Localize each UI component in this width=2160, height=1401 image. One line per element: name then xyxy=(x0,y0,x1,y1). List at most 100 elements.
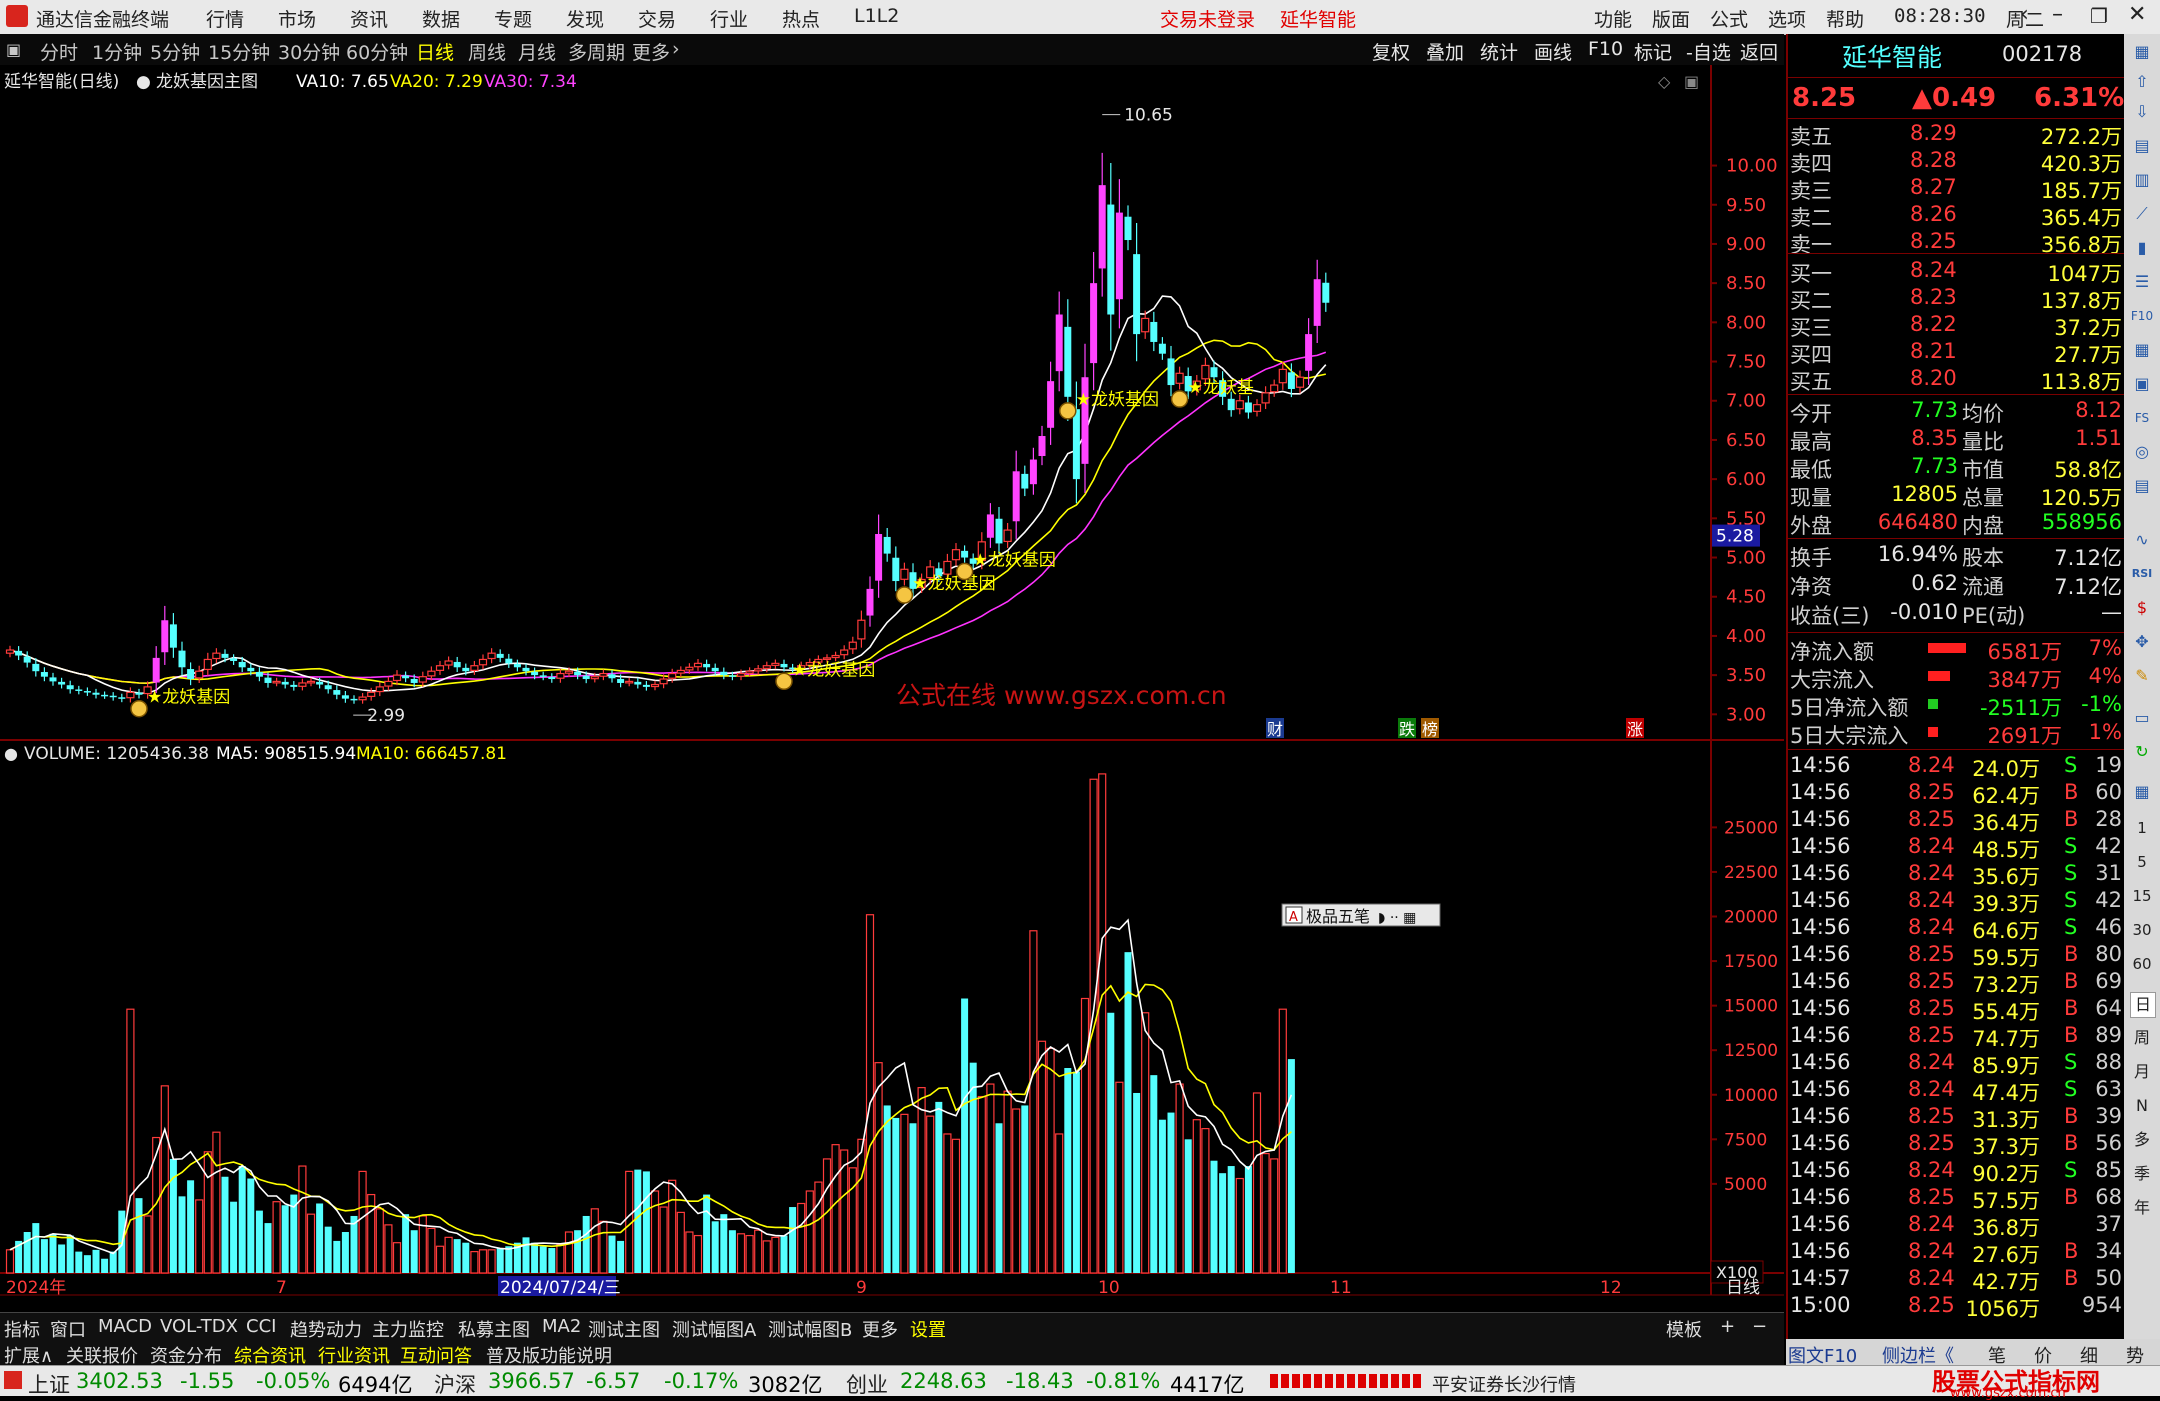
tool-button[interactable]: 画线 xyxy=(1534,38,1572,65)
period-month[interactable]: 月 xyxy=(2130,1060,2154,1084)
move-icon[interactable]: ✥ xyxy=(2130,630,2154,654)
menu-item[interactable]: 资讯 xyxy=(350,5,388,32)
indicator-tab[interactable]: − xyxy=(1752,1316,1767,1337)
candle-icon[interactable]: ▮ xyxy=(2130,236,2154,260)
table-icon[interactable]: ▥ xyxy=(2130,168,2154,192)
period-tab[interactable]: 分时 xyxy=(40,38,78,65)
indicator-tab[interactable]: MACD xyxy=(98,1316,152,1337)
indicator-tab[interactable]: MA2 xyxy=(542,1316,581,1337)
period-week[interactable]: 周 xyxy=(2130,1026,2154,1050)
chevron-right-icon[interactable]: › xyxy=(672,38,680,60)
period-tab[interactable]: 60分钟 xyxy=(346,38,408,65)
event-tag-up[interactable]: 涨 xyxy=(1627,720,1643,739)
screen-icon[interactable]: ▭ xyxy=(2130,706,2154,730)
menu-item[interactable]: 行情 xyxy=(206,5,244,32)
event-tag-rank[interactable]: 榜 xyxy=(1422,720,1438,739)
menu-item[interactable]: 功能 xyxy=(1594,5,1632,32)
formula-name[interactable]: 龙妖基因主图 xyxy=(156,72,258,92)
menu-item[interactable]: 版面 xyxy=(1652,5,1690,32)
pen-icon[interactable]: ✎ xyxy=(2130,664,2154,688)
period-tab[interactable]: 周线 xyxy=(468,38,506,65)
back-icon[interactable]: ‹ xyxy=(2020,2,2029,27)
indicator-tab[interactable]: CCI xyxy=(246,1316,276,1337)
calc-icon[interactable]: ▦ xyxy=(2130,780,2154,804)
list-icon[interactable]: ☰ xyxy=(2130,270,2154,294)
candle-body xyxy=(375,686,384,693)
period-30[interactable]: 30 xyxy=(2130,918,2154,942)
ime-moon-icon[interactable]: ◗ ·· ▦ xyxy=(1378,910,1416,926)
candle-body xyxy=(470,665,479,671)
period-tab[interactable]: 1分钟 xyxy=(92,38,142,65)
kline-chart[interactable]: 延华智能(日线) ● 龙妖基因主图 VA10: 7.65 VA20: 7.29 … xyxy=(0,65,1784,1312)
formula-toggle-icon[interactable]: ● xyxy=(136,72,151,92)
period-tab-more[interactable]: 更多 xyxy=(632,38,670,65)
period-multi[interactable]: 多 xyxy=(2130,1128,2154,1152)
menu-item[interactable]: 选项 xyxy=(1768,5,1806,32)
period-1[interactable]: 1 xyxy=(2130,816,2154,840)
panel-toggle-icon[interactable]: ▣ xyxy=(6,40,21,59)
layout-icon[interactable]: ▣ xyxy=(2130,372,2154,396)
menu-item[interactable]: 市场 xyxy=(278,5,316,32)
diamond-icon[interactable]: ◇ xyxy=(1658,72,1671,91)
event-tag-down[interactable]: 跌 xyxy=(1399,720,1415,739)
tool-button[interactable]: -自选 xyxy=(1686,38,1731,65)
chart-icon[interactable]: ▤ xyxy=(2130,134,2154,158)
candle-body xyxy=(23,656,31,663)
money-icon[interactable]: $ xyxy=(2130,596,2154,620)
grid-icon[interactable]: ▦ xyxy=(2130,40,2154,64)
tool-button[interactable]: 复权 xyxy=(1372,38,1410,65)
period-tab[interactable]: 5分钟 xyxy=(150,38,200,65)
window-icon[interactable]: ▣ xyxy=(1684,72,1699,91)
fs-icon[interactable]: FS xyxy=(2130,406,2154,430)
menu-item[interactable]: L1L2 xyxy=(854,5,899,27)
refresh-icon[interactable]: ↻ xyxy=(2130,740,2154,764)
close-icon[interactable]: ✕ xyxy=(2128,2,2146,27)
period-60[interactable]: 60 xyxy=(2130,952,2154,976)
arrow-up-icon[interactable]: ⇧ xyxy=(2130,70,2154,94)
menu-item[interactable]: 发现 xyxy=(566,5,604,32)
menu-item[interactable]: 行业 xyxy=(710,5,748,32)
period-year[interactable]: 年 xyxy=(2130,1196,2154,1220)
minimize-icon[interactable]: – xyxy=(2052,2,2063,27)
period-5[interactable]: 5 xyxy=(2130,850,2154,874)
f10-icon[interactable]: F10 xyxy=(2130,304,2154,328)
menu-item[interactable]: 公式 xyxy=(1710,5,1748,32)
tool-button[interactable]: 返回 xyxy=(1740,38,1778,65)
table2-icon[interactable]: ▤ xyxy=(2130,474,2154,498)
tool-button[interactable]: 统计 xyxy=(1480,38,1518,65)
period-n[interactable]: N xyxy=(2130,1094,2154,1118)
restore-icon[interactable]: ❐ xyxy=(2090,4,2108,28)
period-day[interactable]: 日 xyxy=(2130,992,2156,1018)
volume-bar xyxy=(92,1249,100,1273)
cycle-icon[interactable]: ◎ xyxy=(2130,440,2154,464)
stat-value: 7.12亿 xyxy=(2054,575,2122,599)
ime-popup[interactable]: A 极品五笔 ◗ ·· ▦ xyxy=(1281,903,1441,927)
wave-icon[interactable]: ∿ xyxy=(2130,528,2154,552)
trade-status[interactable]: 交易未登录 xyxy=(1160,5,1255,32)
period-tab[interactable]: 15分钟 xyxy=(208,38,270,65)
period-tab-selected[interactable]: 日线 xyxy=(416,38,454,65)
rsi-icon[interactable]: RSI xyxy=(2130,562,2154,586)
menu-item[interactable]: 数据 xyxy=(422,5,460,32)
indicator-tab[interactable]: + xyxy=(1720,1316,1735,1337)
menu-item[interactable]: 专题 xyxy=(494,5,532,32)
candle-body xyxy=(900,568,909,580)
line-chart-icon[interactable]: ⟋ xyxy=(2130,202,2154,226)
tool-button[interactable]: F10 xyxy=(1588,38,1623,60)
indicator-tab[interactable]: VOL-TDX xyxy=(160,1316,238,1337)
period-tab[interactable]: 多周期 xyxy=(568,38,625,65)
volume-toggle-icon[interactable]: ● xyxy=(4,744,18,763)
menu-item[interactable]: 热点 xyxy=(782,5,820,32)
event-tag-finance[interactable]: 财 xyxy=(1267,720,1283,739)
period-tab[interactable]: 30分钟 xyxy=(278,38,340,65)
tool-button[interactable]: 标记 xyxy=(1634,38,1672,65)
menu-item[interactable]: 帮助 xyxy=(1826,5,1864,32)
period-15[interactable]: 15 xyxy=(2130,884,2154,908)
arrow-down-icon[interactable]: ⇩ xyxy=(2130,100,2154,124)
menu-item[interactable]: 交易 xyxy=(638,5,676,32)
bars-icon[interactable]: ▦ xyxy=(2130,338,2154,362)
tool-button[interactable]: 叠加 xyxy=(1426,38,1464,65)
period-tab[interactable]: 月线 xyxy=(518,38,556,65)
period-quarter[interactable]: 季 xyxy=(2130,1162,2154,1186)
candle-body xyxy=(324,685,332,690)
